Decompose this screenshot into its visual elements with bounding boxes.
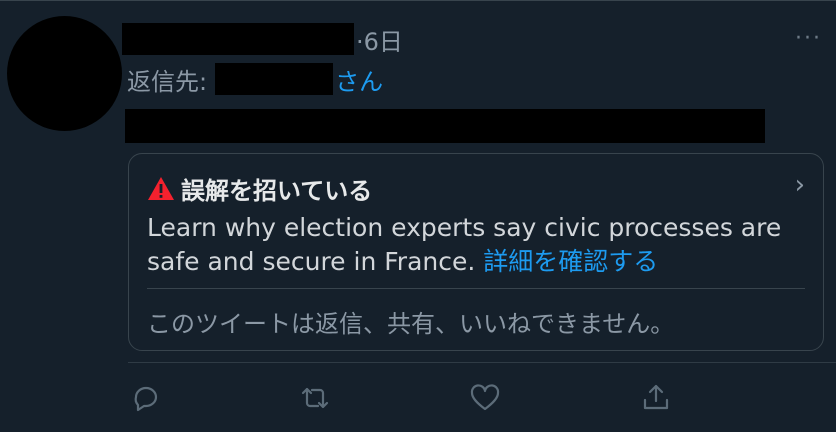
share-icon[interactable] xyxy=(640,382,676,418)
restriction-text: このツイートは返信、共有、いいねできません。 xyxy=(147,310,675,338)
tweet-time[interactable]: ·6日 xyxy=(356,22,403,57)
reply-suffix[interactable]: さん xyxy=(335,62,383,97)
top-divider xyxy=(0,0,836,1)
chevron-right-icon[interactable]: › xyxy=(795,172,805,198)
redacted-username[interactable] xyxy=(122,23,354,55)
tweet[interactable]: ·6日 ··· 返信先: さん 誤解を招いている › Learn why ele… xyxy=(0,0,836,432)
avatar[interactable] xyxy=(7,16,122,131)
notice-title: 誤解を招いている xyxy=(181,177,373,205)
reply-icon[interactable] xyxy=(130,382,166,418)
notice-header: 誤解を招いている xyxy=(147,171,372,206)
misleading-notice-card[interactable]: 誤解を招いている › Learn why election experts sa… xyxy=(128,153,824,351)
action-bar xyxy=(0,382,836,422)
retweet-icon[interactable] xyxy=(299,382,335,418)
reply-to-line: 返信先: さん xyxy=(127,62,383,96)
notice-body: Learn why election experts say civic pro… xyxy=(147,211,812,279)
warning-icon xyxy=(147,176,175,202)
redacted-tweet-text xyxy=(125,109,765,143)
more-icon[interactable]: ··· xyxy=(795,28,822,50)
notice-body-text: Learn why election experts say civic pro… xyxy=(147,213,782,276)
notice-divider xyxy=(147,288,805,289)
like-icon[interactable] xyxy=(469,382,505,418)
learn-more-link[interactable]: 詳細を確認する xyxy=(483,247,658,276)
tweet-header: ·6日 xyxy=(122,22,403,56)
redacted-reply-handle[interactable] xyxy=(215,63,334,95)
actions-divider xyxy=(128,362,836,363)
reply-prefix: 返信先: xyxy=(127,67,208,96)
